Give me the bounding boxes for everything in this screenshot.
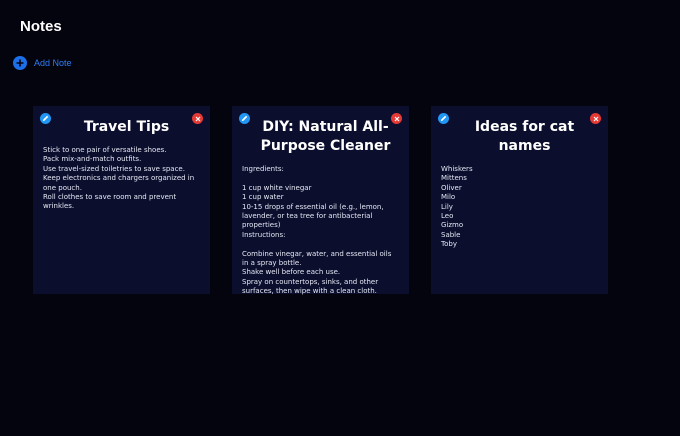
note-line: Whiskers bbox=[441, 165, 473, 173]
note-line: Lily bbox=[441, 202, 453, 211]
note-line: 10-15 drops of essential oil (e.g., lemo… bbox=[242, 202, 384, 230]
delete-icon[interactable] bbox=[391, 113, 402, 124]
delete-icon[interactable] bbox=[590, 113, 601, 124]
note-title: Ideas for cat names bbox=[474, 119, 575, 154]
note-line: Instructions: bbox=[242, 230, 286, 239]
note-line: Toby bbox=[441, 240, 457, 249]
note-line: Oliver bbox=[441, 183, 462, 192]
note-line bbox=[242, 174, 399, 183]
note-body: Stick to one pair of versatile shoes. Pac… bbox=[43, 146, 200, 212]
note-line: Keep electronics and chargers organized … bbox=[43, 174, 195, 192]
note-line bbox=[242, 240, 399, 249]
note-line: Spray on countertops, sinks, and other s… bbox=[242, 277, 379, 296]
note-line: 1 cup white vinegar bbox=[242, 183, 312, 192]
note-line: Use travel-sized toiletries to save spac… bbox=[43, 164, 185, 173]
note-body: Ingredients: 1 cup white vinegar 1 cup wat… bbox=[242, 165, 399, 297]
note-title: DIY: Natural All-Purpose Cleaner bbox=[260, 119, 391, 154]
note-card: DIY: Natural All-Purpose Cleaner Ingredi… bbox=[232, 106, 409, 297]
add-note-label: Add Note bbox=[34, 58, 72, 68]
note-line: Mittens bbox=[441, 174, 467, 183]
note-line: Milo bbox=[441, 193, 456, 202]
plus-circle-icon bbox=[13, 56, 27, 70]
note-line: Leo bbox=[441, 212, 454, 221]
note-title: Travel Tips bbox=[83, 119, 170, 135]
note-line: 1 cup water bbox=[242, 193, 284, 202]
note-body: Whiskers Mittens Oliver Milo Lily Leo Gizmo Sab… bbox=[441, 165, 598, 250]
note-line: Roll clothes to save room and prevent wr… bbox=[43, 193, 177, 211]
edit-icon[interactable] bbox=[438, 113, 449, 124]
note-line: Gizmo bbox=[441, 221, 464, 230]
delete-icon[interactable] bbox=[192, 113, 203, 124]
note-line: Sable bbox=[441, 230, 461, 239]
page-title: Notes bbox=[20, 18, 62, 35]
note-line: Stick to one pair of versatile shoes. bbox=[43, 146, 167, 154]
note-line: Shake well before each use. bbox=[242, 268, 341, 277]
note-line: Pack mix-and-match outfits. bbox=[43, 155, 142, 164]
edit-icon[interactable] bbox=[40, 113, 51, 124]
edit-icon[interactable] bbox=[239, 113, 250, 124]
note-card: Travel Tips Stick to one pair of versati… bbox=[33, 106, 210, 294]
note-line: Combine vinegar, water, and essential oi… bbox=[242, 249, 392, 268]
note-line: Ingredients: bbox=[242, 165, 284, 173]
add-note-button[interactable]: Add Note bbox=[13, 56, 72, 70]
note-card: Ideas for cat names Whiskers Mittens Olive… bbox=[431, 106, 608, 294]
